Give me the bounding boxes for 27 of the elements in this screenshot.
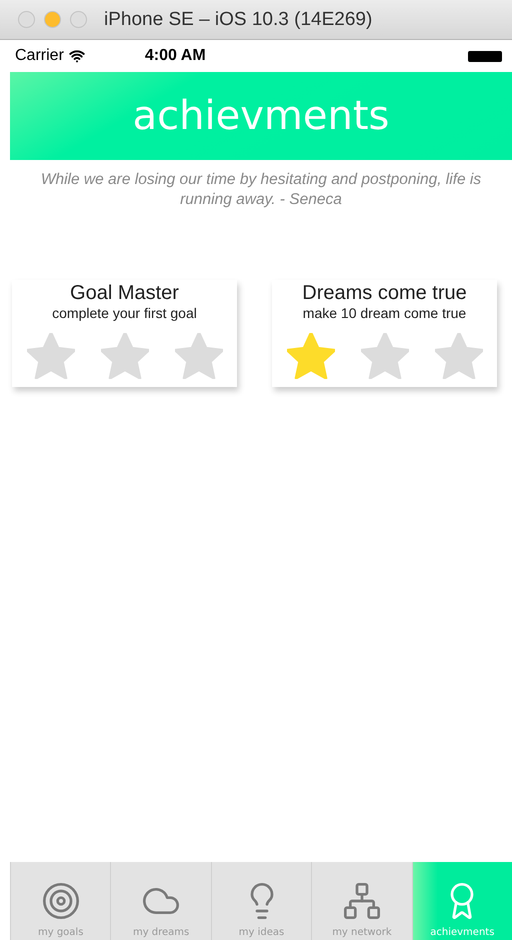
tab-button[interactable]: my goals [10,862,110,940]
window-title: iPhone SE – iOS 10.3 (14E269) [104,8,372,30]
star-icon [100,333,148,379]
star-icon [174,333,222,379]
star-icon [434,333,482,379]
tab-button[interactable]: my ideas [210,862,312,940]
tab-button[interactable]: my dreams [110,862,211,940]
status-time: 4:00 AM [144,47,207,65]
tab-button[interactable]: achievments [412,862,512,940]
wifi-icon [68,48,85,64]
tab-button[interactable]: my network [311,862,412,940]
header-title: achievments [132,93,390,139]
achievement-title: Dreams come true [302,282,467,305]
target-icon [40,881,81,921]
star-icon [360,333,408,379]
carrier-label: Carrier [15,47,64,65]
achievement-title: Goal Master [70,282,179,305]
minimize-icon[interactable] [44,11,61,28]
achievement-description: complete your first goal [52,305,197,321]
zoom-icon[interactable] [70,11,87,28]
quote-text: While we are losing our time by hesitating and postponing, life is running away. - Seneca [40,170,482,210]
achievement-description: make 10 dream come true [302,305,466,321]
network-icon [342,881,382,921]
star-icon [286,333,334,379]
close-icon[interactable] [18,11,35,28]
star-icon [26,333,74,379]
battery-icon [468,50,502,62]
